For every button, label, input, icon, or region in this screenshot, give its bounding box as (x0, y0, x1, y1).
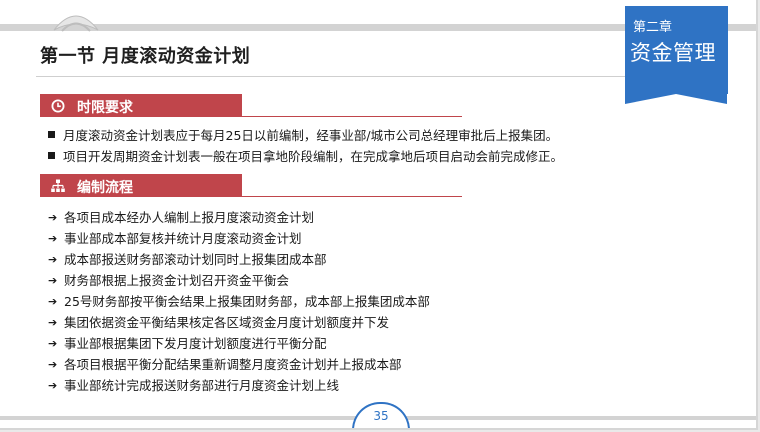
chapter-label: 第二章 (633, 20, 673, 35)
time-requirement-rule (242, 116, 462, 117)
square-bullet-icon (48, 152, 55, 159)
section-title: 第一节 月度滚动资金计划 (40, 46, 251, 67)
page-number: 35 (373, 409, 389, 423)
list-item: 月度滚动资金计划表应于每月25日以前编制，经事业部/城市公司总经理审批后上报集团… (48, 125, 558, 144)
list-item: ➔ 事业部根据集团下发月度计划额度进行平衡分配 (48, 336, 327, 351)
chapter-title: 资金管理 (630, 41, 716, 65)
list-item: 项目开发周期资金计划表一般在项目拿地阶段编制，在完成拿地后项目启动会前完成修正。 (48, 146, 563, 165)
list-item: ➔ 成本部报送财务部滚动计划同时上报集团成本部 (48, 252, 327, 267)
arrow-right-icon: ➔ (48, 274, 58, 287)
top-decor-bar-right (728, 24, 756, 31)
time-requirement-title: 时限要求 (77, 100, 133, 116)
page-number-badge: 35 (352, 402, 410, 428)
clock-icon (51, 99, 65, 113)
list-item: ➔ 各项目成本经办人编制上报月度滚动资金计划 (48, 210, 315, 225)
org-chart-icon (51, 179, 65, 192)
arrow-right-icon: ➔ (48, 316, 58, 329)
arrow-right-icon: ➔ (48, 253, 58, 266)
list-item: ➔ 集团依据资金平衡结果核定各区域资金月度计划额度并下发 (48, 315, 390, 330)
process-header: 编制流程 (40, 174, 242, 197)
arrow-right-icon: ➔ (48, 337, 58, 350)
arrow-right-icon: ➔ (48, 295, 58, 308)
process-rule (242, 196, 462, 197)
list-item: ➔ 财务部根据上报资金计划召开资金平衡会 (48, 273, 290, 288)
time-requirement-header: 时限要求 (40, 94, 242, 117)
chapter-badge-notch (625, 94, 727, 104)
arrow-right-icon: ➔ (48, 211, 58, 224)
list-item: ➔ 25号财务部按平衡会结果上报集团财务部，成本部上报集团成本部 (48, 294, 430, 309)
company-logo (53, 15, 99, 32)
slide: 第一节 月度滚动资金计划 第二章 资金管理 时限要求 月度滚动资金计划表应于每月… (0, 0, 758, 430)
process-title: 编制流程 (77, 180, 133, 196)
list-item: ➔ 事业部成本部复核并统计月度滚动资金计划 (48, 231, 302, 246)
arrow-right-icon: ➔ (48, 358, 58, 371)
list-item: ➔ 各项目根据平衡分配结果重新调整月度资金计划并上报成本部 (48, 357, 402, 372)
title-divider (36, 76, 628, 77)
square-bullet-icon (48, 131, 55, 138)
list-item: ➔ 事业部统计完成报送财务部进行月度资金计划上线 (48, 378, 340, 393)
arrow-right-icon: ➔ (48, 232, 58, 245)
arrow-right-icon: ➔ (48, 379, 58, 392)
